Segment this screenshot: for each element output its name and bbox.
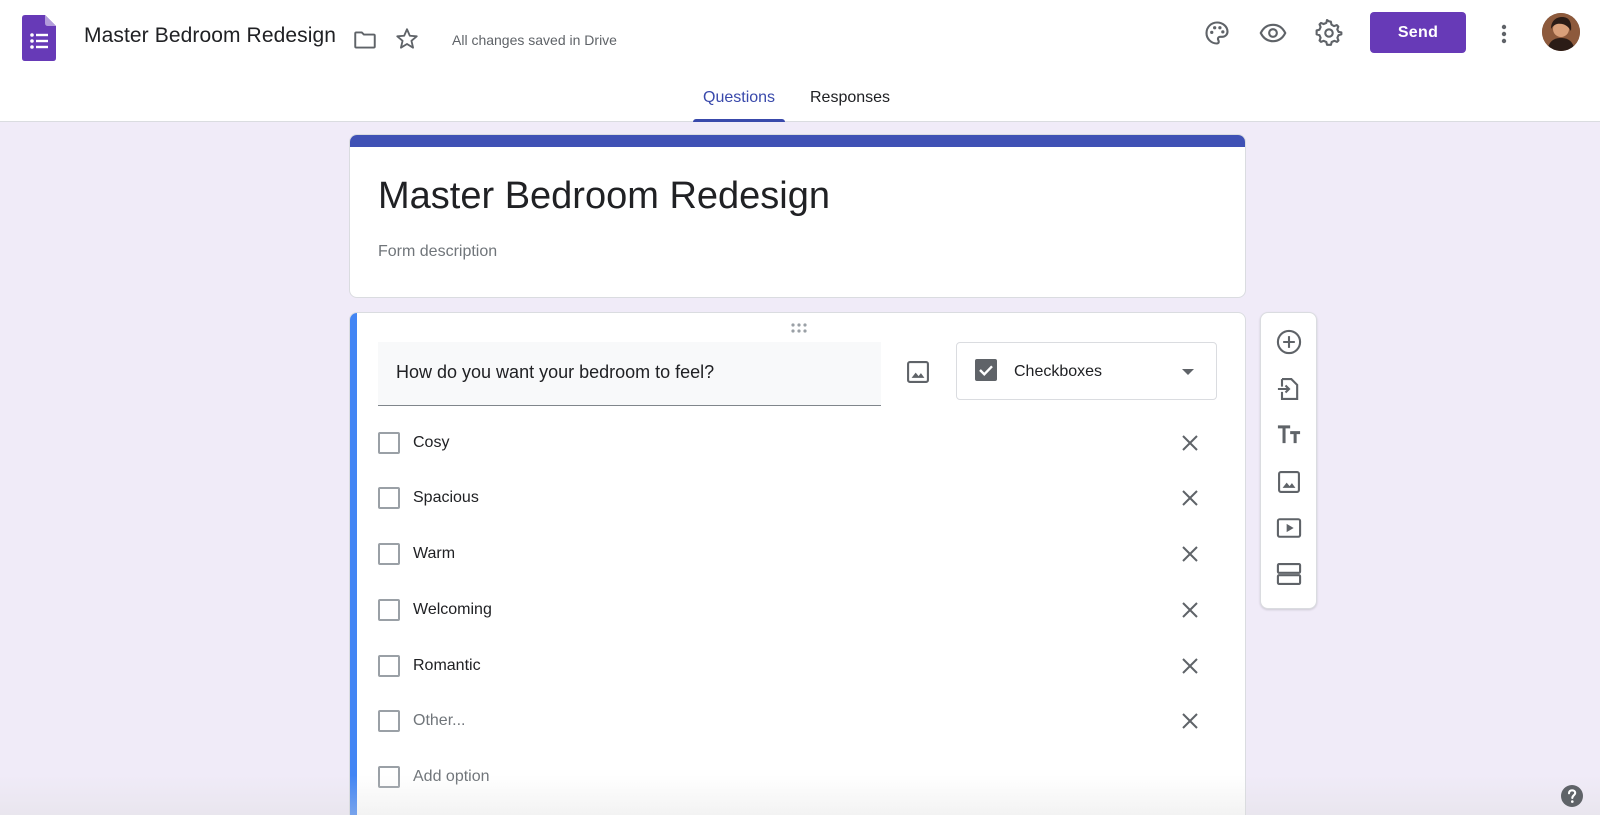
option-row[interactable]: Welcoming [378, 592, 1208, 628]
avatar[interactable] [1542, 13, 1580, 51]
avatar-image-icon [1542, 13, 1580, 51]
send-button[interactable]: Send [1370, 12, 1466, 53]
option-row[interactable]: Cosy [378, 425, 1208, 461]
more-vert-icon[interactable] [1492, 20, 1516, 48]
question-title-input[interactable]: How do you want your bedroom to feel? [378, 342, 881, 406]
app-header: Master Bedroom Redesign All changes save… [0, 0, 1600, 122]
help-icon[interactable] [1560, 784, 1584, 808]
drag-handle-icon[interactable] [788, 321, 810, 335]
add-image-icon[interactable] [904, 358, 932, 386]
question-card[interactable]: How do you want your bedroom to feel? Ch… [349, 312, 1246, 815]
add-title-icon[interactable] [1275, 421, 1303, 449]
option-row[interactable]: Romantic [378, 648, 1208, 684]
add-option-button[interactable]: Add option [413, 768, 490, 786]
preview-icon[interactable] [1259, 19, 1287, 47]
doc-title[interactable]: Master Bedroom Redesign [84, 24, 336, 48]
settings-icon[interactable] [1315, 19, 1343, 47]
dropdown-arrow-icon [1182, 369, 1194, 375]
remove-option-icon[interactable] [1178, 431, 1202, 455]
form-header-card[interactable]: Master Bedroom Redesign Form description [349, 134, 1246, 298]
option-checkbox [378, 543, 400, 565]
option-row[interactable]: Warm [378, 536, 1208, 572]
forms-logo-icon[interactable] [22, 15, 56, 61]
star-icon[interactable] [394, 26, 420, 52]
form-description-field[interactable]: Form description [378, 243, 497, 261]
other-option-row[interactable]: Other... [378, 703, 1208, 739]
option-checkbox [378, 655, 400, 677]
remove-option-icon[interactable] [1178, 654, 1202, 678]
option-checkbox [378, 487, 400, 509]
option-checkbox [378, 710, 400, 732]
add-section-icon[interactable] [1275, 560, 1303, 588]
active-question-bar [350, 313, 357, 815]
add-option-row[interactable]: Add option [378, 759, 1208, 795]
option-checkbox [378, 599, 400, 621]
save-status: All changes saved in Drive [452, 32, 617, 48]
import-questions-icon[interactable] [1275, 375, 1303, 403]
option-checkbox [378, 432, 400, 454]
checkbox-type-icon [975, 359, 997, 381]
side-toolbar [1260, 312, 1317, 609]
remove-option-icon[interactable] [1178, 542, 1202, 566]
form-title[interactable]: Master Bedroom Redesign [378, 175, 830, 218]
question-type-select[interactable]: Checkboxes [956, 342, 1217, 400]
option-label[interactable]: Warm [413, 545, 455, 563]
question-type-label: Checkboxes [1014, 363, 1103, 380]
option-label[interactable]: Welcoming [413, 601, 492, 619]
option-row[interactable]: Spacious [378, 480, 1208, 516]
option-label[interactable]: Romantic [413, 657, 481, 675]
other-option-label[interactable]: Other... [413, 712, 465, 730]
remove-option-icon[interactable] [1178, 709, 1202, 733]
tab-responses[interactable]: Responses [800, 89, 900, 122]
option-checkbox [378, 766, 400, 788]
folder-icon[interactable] [352, 27, 378, 53]
theme-band [350, 135, 1245, 147]
add-image-icon[interactable] [1275, 468, 1303, 496]
palette-icon[interactable] [1203, 19, 1231, 47]
add-question-icon[interactable] [1275, 328, 1303, 356]
remove-option-icon[interactable] [1178, 486, 1202, 510]
remove-option-icon[interactable] [1178, 598, 1202, 622]
tab-bar: Questions Responses [0, 82, 1600, 122]
option-label[interactable]: Cosy [413, 434, 449, 452]
tab-questions[interactable]: Questions [693, 89, 786, 122]
option-label[interactable]: Spacious [413, 489, 479, 507]
add-video-icon[interactable] [1275, 514, 1303, 542]
